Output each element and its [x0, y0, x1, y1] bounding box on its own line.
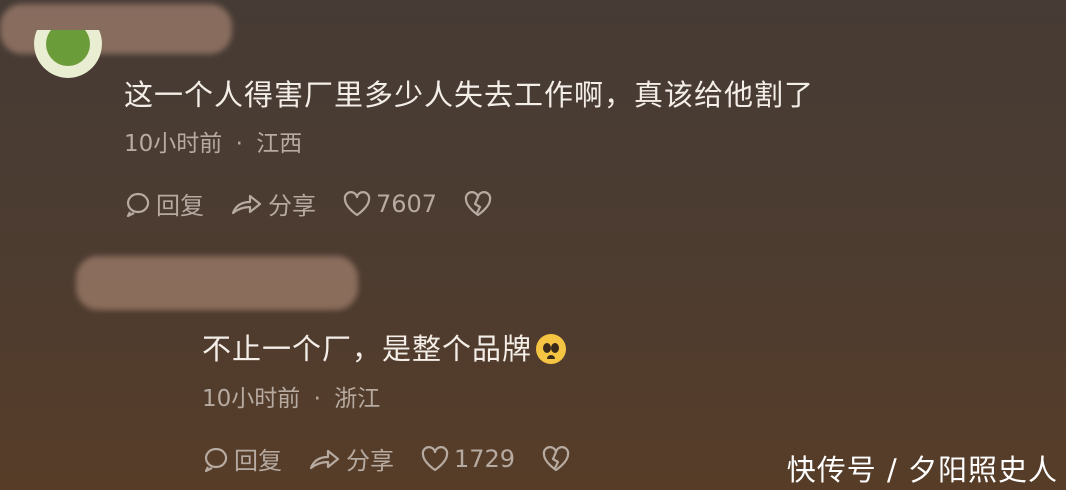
reply-button[interactable]: 回复: [124, 186, 204, 221]
reply-meta: 10小时前 · 浙江: [202, 379, 380, 413]
comment-location: 江西: [256, 131, 303, 157]
reply-actions: 回复 分享 1729: [202, 441, 601, 476]
reply-button[interactable]: 回复: [202, 441, 282, 476]
dislike-button[interactable]: [463, 190, 497, 218]
comment-time: 10小时前: [124, 131, 223, 157]
like-button[interactable]: 7607: [342, 190, 437, 218]
comment-text: 这一个人得害厂里多少人失去工作啊，真该给他割了: [124, 78, 815, 112]
share-arrow-icon: [231, 194, 262, 214]
comment-actions: 回复 分享 7607: [124, 186, 523, 221]
heart-icon: [343, 190, 371, 216]
like-count: 7607: [376, 189, 438, 218]
reply-label: 回复: [234, 447, 282, 475]
reply-text: 不止一个厂，是整个品牌: [202, 326, 567, 368]
speech-bubble-icon: [126, 192, 150, 217]
heart-icon: [421, 445, 449, 471]
share-arrow-icon: [309, 449, 340, 469]
watermark: 快传号 / 夕阳照史人: [786, 453, 1058, 487]
like-count: 1729: [454, 444, 516, 473]
comment-meta: 10小时前 · 江西: [124, 124, 302, 158]
speech-bubble-icon: [204, 447, 228, 472]
broken-heart-icon: [542, 445, 570, 471]
avatar[interactable]: [34, 30, 102, 78]
reply-text-content: 不止一个厂，是整个品牌: [202, 332, 533, 366]
share-button[interactable]: 分享: [308, 441, 394, 476]
reply-username-blurred: [76, 256, 358, 310]
share-button[interactable]: 分享: [230, 186, 316, 221]
share-label: 分享: [268, 192, 316, 220]
meta-separator: ·: [235, 131, 243, 157]
meta-separator: ·: [313, 386, 321, 412]
reply-time: 10小时前: [202, 386, 301, 412]
like-button[interactable]: 1729: [420, 445, 515, 473]
broken-heart-icon: [464, 190, 492, 216]
reply-label: 回复: [156, 192, 204, 220]
reply-location: 浙江: [334, 386, 381, 412]
share-label: 分享: [346, 447, 394, 475]
dislike-button[interactable]: [541, 445, 575, 473]
pleading-face-icon: [536, 334, 567, 364]
